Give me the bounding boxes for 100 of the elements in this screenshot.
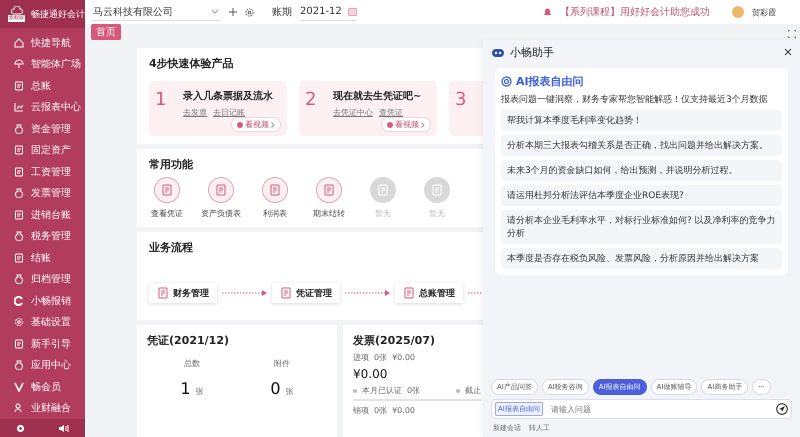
sidebar-item[interactable]: 资金管理 [0,118,85,140]
step-link[interactable]: 查凭证 [379,107,403,118]
stat-label: 总数 [184,358,200,369]
sidebar-item[interactable]: 进销台账 [0,204,85,226]
suggested-question[interactable]: 请分析本企业毛利率水平，对标行业标准如何? 以及净利率的竞争力分析 [501,210,782,244]
flow-node[interactable]: 财务管理 [149,283,217,303]
suggested-question[interactable]: 分析本期三大报表勾稽关系是否正确，找出问题并给出解决方案。 [501,135,782,156]
function-button[interactable] [208,177,234,203]
sidebar-item[interactable]: 云报表中心 [0,96,85,118]
stat-unit: 张 [286,387,294,396]
document-icon [323,184,335,196]
sidebar-item[interactable]: 基础设置 [0,312,85,334]
notice-link[interactable]: 【系列课程】用好好会计助您成功 [560,5,710,19]
settings-icon[interactable] [16,424,26,433]
bell-icon[interactable] [543,8,552,16]
sidebar-item[interactable]: 固定资产 [0,140,85,162]
watch-video-button[interactable]: 看视频 [381,117,431,132]
play-icon [387,122,393,128]
step-title: 录入几条票据及流水 [183,89,273,103]
output-label: 销项 [353,405,369,416]
function-label: 资产负债表 [201,208,241,219]
suggested-question[interactable]: 未来3个月的资金缺口如何，给出预测，并说明分析过程。 [501,160,782,181]
sidebar-item[interactable]: 归档管理 [0,268,85,290]
function-label: 期末结转 [313,208,345,219]
expand-icon[interactable] [788,30,796,38]
umbrella-icon [14,59,24,70]
document-icon [431,184,443,196]
sidebar-item[interactable]: 快捷导航 [0,32,85,54]
flow-arrow [345,290,390,296]
card-title: 凭证(2021/12) [147,333,230,348]
suggested-question[interactable]: 本季度是否存在税负风险、发票风险，分析原因并给出解决方案 [501,248,782,269]
document-icon [14,80,24,91]
sidebar-item[interactable]: 小畅报销 [0,290,85,312]
send-button[interactable] [776,403,788,415]
spiral-icon [501,76,512,87]
flow-arrow [222,290,267,296]
section-title: 4步快速体验产品 [149,56,235,71]
stat-value: 0 [270,379,281,398]
sidebar-item[interactable]: 新手引导 [0,333,85,355]
company-select[interactable]: 马云科技有限公司 [91,3,221,21]
document-icon [14,166,24,177]
bag-icon [14,274,24,284]
chevron-down-icon [211,9,219,14]
step-number: 1 [155,89,168,112]
sidebar-item[interactable]: 畅会员 [0,376,85,398]
watch-video-button[interactable]: 看视频 [231,117,281,132]
output-amount: ¥0.00 [392,406,415,415]
document-icon [377,184,389,196]
total-amount: ¥0.00 [353,367,388,381]
output-count: 0张 [374,405,388,416]
document-icon [269,184,281,196]
card-title: AI报表自由问 [516,74,584,89]
step-link[interactable]: 去日记账 [213,107,245,118]
sidebar-item[interactable]: 结账 [0,247,85,269]
certified-count: 0张 [407,385,420,396]
sidebar-item[interactable]: 税务管理 [0,226,85,248]
bag-icon [14,231,24,242]
section-title: 常用功能 [149,157,194,172]
card-title: 发票(2025/07) [353,333,436,348]
sidebar-item[interactable]: 总账 [0,75,85,97]
suggested-question[interactable]: 帮我计算本季度毛利率变化趋势！ [501,110,782,131]
settings-icon[interactable] [245,8,254,16]
step-number: 3 [455,89,468,112]
document-icon [14,338,24,349]
question-input[interactable]: 请输入问题 [548,404,770,414]
step-link[interactable]: 去凭证中心 [333,107,373,118]
function-button[interactable] [154,177,180,203]
settings-icon [14,317,24,328]
stat-unit: 张 [196,387,204,396]
input-label: 进项 [353,352,369,363]
sidebar-item[interactable]: 应用中心 [0,354,85,376]
flow-node[interactable]: 凭证管理 [272,283,340,303]
speaker-icon[interactable] [58,424,69,433]
tab[interactable]: 首页 [91,24,121,40]
close-button[interactable] [784,48,792,56]
function-label: 查看凭证 [151,208,183,219]
chevron-right-icon [271,122,275,128]
function-button[interactable] [316,177,342,203]
function-button[interactable] [262,177,288,203]
plus-icon[interactable] [229,8,237,16]
sidebar-item[interactable]: 业财融合 [0,398,85,420]
flow-node[interactable]: 总账管理 [395,283,463,303]
sidebar-item[interactable]: 工资管理 [0,161,85,183]
period-field[interactable]: 2021-12 [300,3,357,21]
bag-icon [14,188,24,198]
input-count: 0张 [374,352,388,363]
document-icon [14,210,24,220]
step-link[interactable]: 去发票 [183,107,207,118]
v-logo-icon [14,382,24,392]
user-name[interactable]: 贺彩霞 [752,6,776,18]
suggested-question[interactable]: 请运用杜邦分析法评估本季度企业ROE表现? [501,185,782,206]
deadline-label: 截止 [465,385,481,396]
bag-icon [14,124,24,134]
intro-text: 报表问题一键洞察，财务专家帮您智能解惑！仅支持最近3个月数据 [501,94,769,106]
certified-label: 本月已认证 [362,385,402,396]
sidebar-item[interactable]: 智能体广场 [0,54,85,76]
document-icon [157,287,169,299]
function-label: 暂无 [375,208,391,219]
sidebar-item[interactable]: 发票管理 [0,182,85,204]
stat-value: 1 [180,379,191,398]
